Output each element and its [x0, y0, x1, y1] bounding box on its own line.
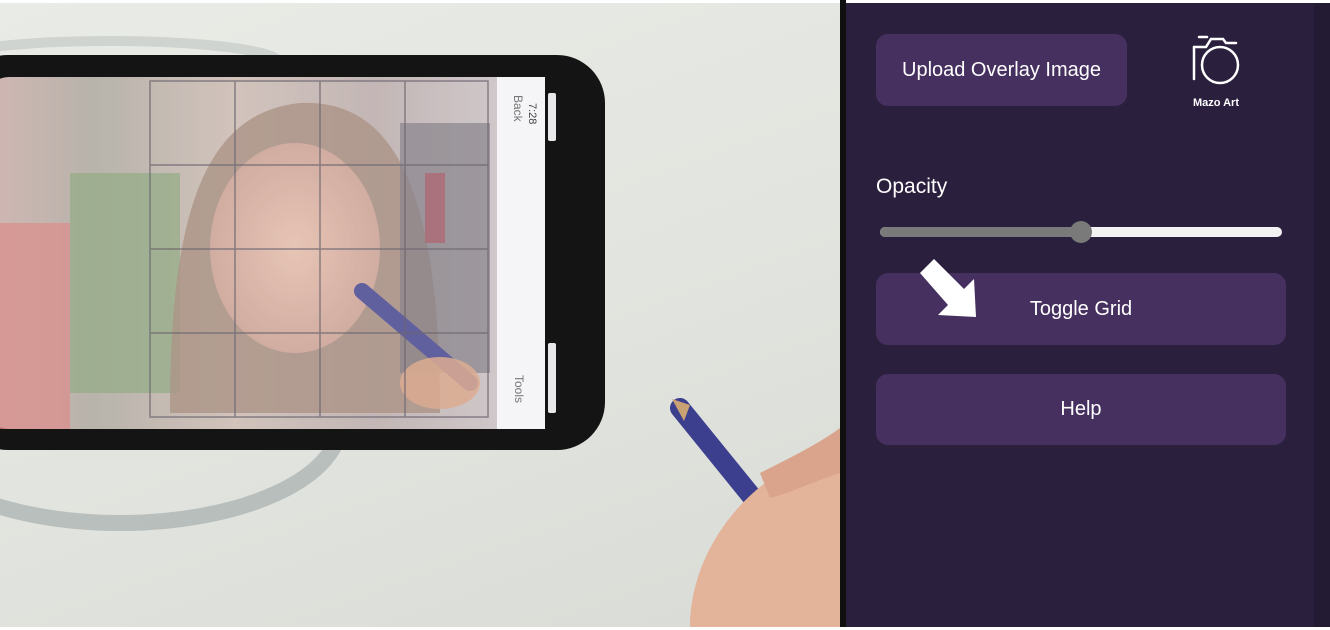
control-panel: Upload Overlay Image Mazo Art Opacity To… — [846, 3, 1314, 627]
logo-text: Mazo Art — [1192, 97, 1240, 109]
screen-overlay-wash — [0, 77, 545, 429]
opacity-slider[interactable] — [880, 221, 1282, 243]
upload-overlay-button[interactable]: Upload Overlay Image — [876, 34, 1127, 106]
camera-feed-scene — [0, 36, 840, 627]
camera-feed: 7:28 Back Tools — [0, 3, 840, 627]
camera-icon — [1192, 35, 1240, 85]
slider-thumb[interactable] — [1070, 221, 1092, 243]
phone-back-label: Back — [511, 95, 525, 122]
phone-tools-label: Tools — [512, 375, 526, 404]
help-button[interactable]: Help — [876, 374, 1286, 445]
opacity-label: Opacity — [876, 175, 948, 198]
pointer-arrow-icon — [920, 259, 976, 317]
scrollbar[interactable] — [1314, 3, 1330, 627]
slider-fill — [880, 227, 1081, 237]
logo: Mazo Art — [1176, 31, 1256, 113]
phone-time: 7:28 — [526, 103, 538, 125]
phone-notch — [555, 153, 595, 363]
